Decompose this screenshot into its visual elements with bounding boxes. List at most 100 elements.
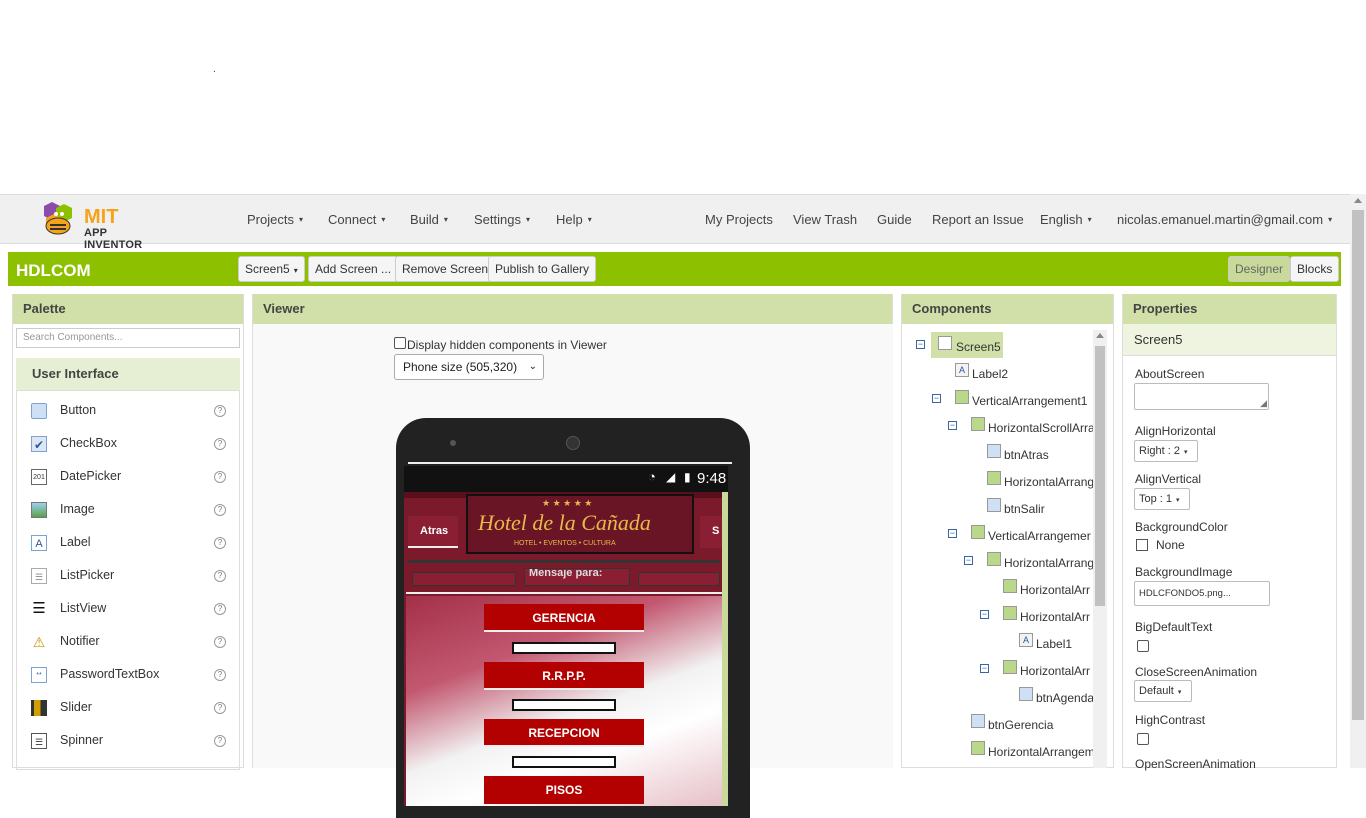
help-icon[interactable]: ?: [214, 438, 226, 450]
menu-projects[interactable]: Projects ▾: [247, 212, 303, 227]
tree-item-horizontalarrangement[interactable]: HorizontalArrang: [1004, 556, 1094, 570]
help-icon[interactable]: ?: [214, 537, 226, 549]
menu-connect[interactable]: Connect ▾: [328, 212, 385, 227]
help-icon[interactable]: ?: [214, 405, 226, 417]
app-inventor-logo[interactable]: MIT APP INVENTOR: [36, 200, 161, 251]
scroll-up-icon[interactable]: [1354, 198, 1362, 203]
stray-dot: .: [213, 64, 216, 75]
collapse-icon[interactable]: −: [916, 340, 925, 349]
phone-size-select[interactable]: Phone size (505,320) ⌄: [394, 354, 544, 380]
bgcolor-value[interactable]: None: [1156, 538, 1185, 552]
help-icon[interactable]: ?: [214, 504, 226, 516]
help-icon[interactable]: ?: [214, 702, 226, 714]
palette-item-listview[interactable]: ☰ ListView ?: [17, 593, 241, 626]
palette-item-checkbox[interactable]: ✔ CheckBox ?: [17, 428, 241, 461]
collapse-icon[interactable]: −: [964, 556, 973, 565]
tree-item-horizontalarrangement[interactable]: HorizontalArr: [1020, 664, 1090, 678]
remove-screen-button[interactable]: Remove Screen: [395, 256, 496, 282]
btn-salir[interactable]: S: [700, 516, 722, 548]
help-icon[interactable]: ?: [214, 735, 226, 747]
spacer-box: [512, 699, 616, 711]
menu-settings[interactable]: Settings ▾: [474, 212, 530, 227]
link-guide[interactable]: Guide: [877, 212, 912, 227]
btn-rrpp[interactable]: R.R.P.P.: [484, 662, 644, 690]
palette-item-notifier[interactable]: ⚠ Notifier ?: [17, 626, 241, 659]
page-scrollbar[interactable]: [1350, 194, 1366, 768]
collapse-icon[interactable]: −: [980, 664, 989, 673]
button-icon: [987, 444, 1001, 458]
alignh-select[interactable]: Right : 2 ▾: [1134, 440, 1198, 462]
tree-item-horizontalscrollarrangement[interactable]: HorizontalScrollArra: [988, 421, 1095, 435]
add-screen-button[interactable]: Add Screen ...: [308, 256, 399, 282]
vertical-arrangement-icon: [955, 390, 969, 404]
blocks-button[interactable]: Blocks: [1290, 256, 1340, 282]
btn-pisos[interactable]: PISOS: [484, 776, 644, 804]
link-my-projects[interactable]: My Projects: [705, 212, 773, 227]
designer-button[interactable]: Designer: [1228, 256, 1291, 282]
tree-item-horizontalarrangement[interactable]: HorizontalArr: [1020, 610, 1090, 624]
bigtext-checkbox[interactable]: [1137, 640, 1149, 652]
help-icon[interactable]: ?: [214, 471, 226, 483]
tree-item-btnagenda[interactable]: btnAgenda: [1036, 691, 1094, 705]
caret-down-icon: ▾: [1087, 215, 1092, 224]
help-icon[interactable]: ?: [214, 669, 226, 681]
tree-item-label2[interactable]: Label2: [972, 367, 1008, 381]
publish-gallery-button[interactable]: Publish to Gallery: [488, 256, 597, 282]
horizontal-arrangement-icon: [971, 741, 985, 755]
menu-language[interactable]: English ▾: [1040, 212, 1092, 227]
btn-atras[interactable]: Atras: [408, 516, 458, 548]
about-textarea[interactable]: ◢: [1134, 383, 1269, 410]
tree-item-verticalarrangement[interactable]: VerticalArrangemer: [988, 529, 1091, 543]
color-swatch[interactable]: [1136, 539, 1148, 551]
palette-item-listpicker[interactable]: ☰ ListPicker ?: [17, 560, 241, 593]
menu-account[interactable]: nicolas.emanuel.martin@gmail.com ▾: [1117, 212, 1332, 227]
collapse-icon[interactable]: −: [948, 529, 957, 538]
help-icon[interactable]: ?: [214, 603, 226, 615]
search-components-input[interactable]: Search Components...: [16, 328, 240, 348]
palette-item-passwordtextbox[interactable]: ** PasswordTextBox ?: [17, 659, 241, 692]
palette-item-button[interactable]: Button ?: [17, 395, 241, 428]
tree-item-horizontalarrangement[interactable]: HorizontalArrangem: [988, 745, 1095, 759]
project-name: HDLCOM: [16, 261, 91, 280]
tree-item-label1[interactable]: Label1: [1036, 637, 1072, 651]
menu-build[interactable]: Build ▾: [410, 212, 448, 227]
tree-item-horizontalarrangement[interactable]: HorizontalArr: [1020, 583, 1090, 597]
tree-item-btnsalir[interactable]: btnSalir: [1004, 502, 1045, 516]
palette-item-label[interactable]: A Label ?: [17, 527, 241, 560]
scrollbar-thumb[interactable]: [1352, 210, 1364, 720]
tree-item-screen5[interactable]: Screen5: [956, 340, 1001, 354]
display-hidden-checkbox[interactable]: [394, 337, 406, 349]
alignv-select[interactable]: Top : 1 ▾: [1134, 488, 1190, 510]
tree-item-verticalarrangement1[interactable]: VerticalArrangement1: [972, 394, 1087, 408]
palette-item-spinner[interactable]: ☰ Spinner ?: [17, 725, 241, 758]
collapse-icon[interactable]: −: [980, 610, 989, 619]
palette-item-slider[interactable]: Slider ?: [17, 692, 241, 725]
tree-scrollbar[interactable]: [1093, 330, 1107, 768]
btn-gerencia[interactable]: GERENCIA: [484, 604, 644, 632]
prop-bigtext-label: BigDefaultText: [1135, 620, 1213, 634]
btn-recepcion[interactable]: RECEPCION: [484, 719, 644, 747]
collapse-icon[interactable]: −: [932, 394, 941, 403]
category-user-interface[interactable]: User Interface: [16, 358, 240, 390]
link-report-issue[interactable]: Report an Issue: [932, 212, 1024, 227]
camera-icon: [450, 440, 456, 446]
prop-about-label: AboutScreen: [1135, 367, 1205, 381]
help-icon[interactable]: ?: [214, 570, 226, 582]
palette-item-datepicker[interactable]: 201 DatePicker ?: [17, 461, 241, 494]
label-icon: A: [31, 535, 47, 551]
tree-item-btngerencia[interactable]: btnGerencia: [988, 718, 1053, 732]
tree-item-horizontalarrangement[interactable]: HorizontalArrang: [1004, 475, 1094, 489]
screen-select[interactable]: Screen5 ▾: [238, 256, 305, 282]
image-icon: [31, 502, 47, 518]
wifi-icon: ◔: [648, 469, 656, 484]
prop-bgimage-label: BackgroundImage: [1135, 565, 1233, 579]
bgimage-picker[interactable]: HDLCFONDO5.png...: [1134, 581, 1270, 606]
collapse-icon[interactable]: −: [948, 421, 957, 430]
link-view-trash[interactable]: View Trash: [793, 212, 857, 227]
tree-item-btnatras[interactable]: btnAtras: [1004, 448, 1049, 462]
highcontrast-checkbox[interactable]: [1137, 733, 1149, 745]
palette-item-image[interactable]: Image ?: [17, 494, 241, 527]
help-icon[interactable]: ?: [214, 636, 226, 648]
closeanim-select[interactable]: Default ▾: [1134, 680, 1192, 702]
menu-help[interactable]: Help ▾: [556, 212, 592, 227]
